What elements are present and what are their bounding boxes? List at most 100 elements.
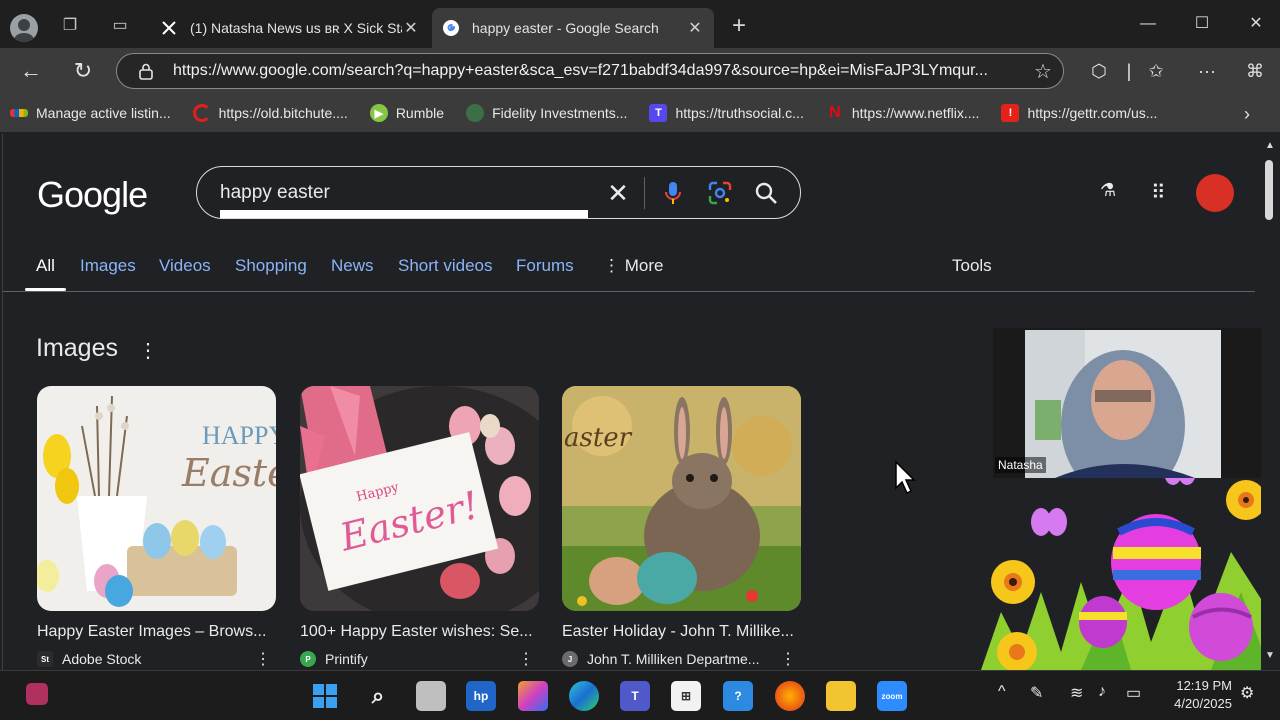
google-lens-icon[interactable] bbox=[706, 179, 734, 207]
microphone-icon[interactable] bbox=[659, 179, 687, 207]
clear-icon[interactable]: ✕ bbox=[602, 177, 634, 209]
more-label: More bbox=[624, 256, 664, 275]
get-help-icon[interactable]: ? bbox=[723, 681, 753, 711]
image-result-card[interactable]: aster Easter Holiday - John T. Millike..… bbox=[562, 386, 802, 669]
edge-icon[interactable] bbox=[569, 681, 599, 711]
windows-start-icon[interactable] bbox=[310, 681, 340, 711]
tab-shopping[interactable]: Shopping bbox=[235, 256, 307, 276]
teams-chat-icon[interactable] bbox=[26, 683, 48, 705]
fidelity-icon bbox=[466, 104, 485, 122]
new-tab-button[interactable]: + bbox=[726, 14, 752, 40]
bookmark-truthsocial[interactable]: T https://truthsocial.c... bbox=[649, 104, 804, 122]
google-results-page: Google happy easter ✕ ⚗ ⠿ All Images Vid… bbox=[2, 134, 1262, 670]
extensions-icon[interactable]: ⬡ bbox=[1086, 58, 1112, 84]
bookmark-rumble[interactable]: ▶ Rumble bbox=[369, 104, 445, 122]
more-vert-icon[interactable]: ⋮ bbox=[780, 649, 802, 669]
search-tabs: All Images Videos Shopping News Short vi… bbox=[3, 252, 1262, 292]
adobe-stock-icon: St bbox=[37, 651, 53, 667]
clock-time: 12:19 PM bbox=[1176, 678, 1232, 693]
bookmark-ebay[interactable]: Manage active listin... bbox=[10, 105, 171, 121]
tab-forums[interactable]: Forums bbox=[516, 256, 574, 276]
labs-flask-icon[interactable]: ⚗ bbox=[1100, 180, 1116, 201]
search-icon[interactable]: ⌕ bbox=[363, 681, 393, 711]
bookmark-bitchute[interactable]: https://old.bitchute.... bbox=[192, 104, 348, 122]
address-bar[interactable]: https://www.google.com/search?q=happy+ea… bbox=[116, 53, 1064, 89]
system-clock[interactable]: 12:19 PM 4/20/2025 bbox=[1164, 677, 1232, 713]
more-options-icon[interactable]: ··· bbox=[1194, 58, 1220, 84]
bookmark-fidelity[interactable]: Fidelity Investments... bbox=[466, 104, 627, 122]
notifications-icon[interactable]: ⚙ bbox=[1240, 683, 1254, 703]
battery-icon[interactable]: ▭ bbox=[1126, 683, 1141, 703]
vertical-tabs-icon[interactable]: ▭ bbox=[110, 16, 130, 36]
scroll-up-icon[interactable]: ▲ bbox=[1264, 140, 1276, 151]
favorites-icon[interactable]: ✩ bbox=[1143, 58, 1169, 84]
tab-all[interactable]: All bbox=[36, 256, 55, 276]
bookmark-gettr[interactable]: ! https://gettr.com/us... bbox=[1001, 104, 1157, 122]
bookmark-netflix[interactable]: N https://www.netflix.... bbox=[826, 104, 979, 122]
tab-news[interactable]: News bbox=[331, 256, 374, 276]
close-icon[interactable]: ✕ bbox=[686, 18, 704, 38]
firefox-icon[interactable] bbox=[775, 681, 805, 711]
tab-title: happy easter - Google Search bbox=[472, 20, 659, 36]
url-text[interactable]: https://www.google.com/search?q=happy+ea… bbox=[173, 62, 1023, 80]
chevron-up-icon[interactable]: ^ bbox=[998, 683, 1006, 701]
tab-google-search[interactable]: happy easter - Google Search ✕ bbox=[432, 8, 714, 48]
search-input[interactable]: happy easter bbox=[220, 182, 330, 204]
image-result-source[interactable]: J John T. Milliken Departme... ⋮ bbox=[562, 649, 802, 669]
store-icon[interactable]: ⊞ bbox=[671, 681, 701, 711]
maximize-button[interactable]: ☐ bbox=[1182, 12, 1222, 36]
bookmark-label: Rumble bbox=[395, 105, 445, 121]
more-vert-icon[interactable]: ⋮ bbox=[518, 649, 540, 669]
back-button[interactable]: ← bbox=[18, 58, 44, 84]
more-vert-icon[interactable]: ⋮ bbox=[255, 649, 277, 669]
image-result-source[interactable]: St Adobe Stock ⋮ bbox=[37, 649, 277, 669]
copilot-app-icon[interactable] bbox=[518, 681, 548, 711]
search-icon[interactable] bbox=[752, 179, 780, 207]
image-result-thumbnail[interactable]: aster bbox=[562, 386, 801, 611]
image-result-thumbnail[interactable]: Happy Easter! bbox=[300, 386, 539, 611]
image-result-thumbnail[interactable]: HAPPY Easte bbox=[37, 386, 276, 611]
task-view-icon[interactable] bbox=[416, 681, 446, 711]
favorite-star-icon[interactable]: ☆ bbox=[1023, 59, 1063, 84]
close-icon[interactable]: ✕ bbox=[402, 18, 420, 38]
minimize-button[interactable]: — bbox=[1128, 12, 1168, 36]
wifi-icon[interactable]: ≋ bbox=[1070, 683, 1083, 703]
workspaces-icon[interactable]: ❐ bbox=[60, 16, 80, 36]
refresh-button[interactable]: ↻ bbox=[70, 58, 96, 84]
scroll-down-icon[interactable]: ▼ bbox=[1264, 650, 1276, 661]
video-call-overlay[interactable]: Natasha bbox=[993, 328, 1261, 478]
volume-icon[interactable]: ♪ bbox=[1098, 683, 1106, 701]
section-menu-icon[interactable]: ⋮ bbox=[138, 338, 158, 363]
scrollbar-thumb[interactable] bbox=[1265, 160, 1273, 220]
copilot-icon[interactable]: ⌘ bbox=[1242, 58, 1268, 84]
apps-grid-icon[interactable]: ⠿ bbox=[1151, 180, 1166, 205]
image-result-card[interactable]: Happy Easter! 100+ Happy Easter wishes: … bbox=[300, 386, 540, 669]
image-result-source[interactable]: P Printify ⋮ bbox=[300, 649, 540, 669]
page-scrollbar[interactable]: ▲ ▼ bbox=[1261, 134, 1278, 670]
more-vert-icon: ⋮ bbox=[603, 256, 625, 275]
profile-avatar[interactable] bbox=[10, 14, 38, 42]
tab-more[interactable]: ⋮ More bbox=[603, 256, 663, 276]
tools-button[interactable]: Tools bbox=[952, 256, 992, 276]
account-avatar[interactable] bbox=[1196, 174, 1234, 212]
google-logo[interactable]: Google bbox=[37, 174, 148, 216]
truthsocial-icon: T bbox=[649, 104, 668, 122]
close-window-button[interactable]: ✕ bbox=[1236, 12, 1276, 36]
image-result-caption[interactable]: 100+ Happy Easter wishes: Se... bbox=[300, 623, 540, 641]
x-logo-icon bbox=[160, 19, 178, 37]
chevron-right-icon[interactable]: › bbox=[1244, 104, 1250, 125]
file-explorer-icon[interactable] bbox=[826, 681, 856, 711]
pen-icon[interactable]: ✎ bbox=[1030, 683, 1043, 703]
search-box[interactable]: happy easter ✕ bbox=[196, 166, 801, 219]
bookmark-label: https://truthsocial.c... bbox=[675, 105, 804, 121]
myhp-icon[interactable]: hp bbox=[466, 681, 496, 711]
tab-natasha-news[interactable]: (1) Natasha News us ʙʀ X Sick Sta ✕ bbox=[150, 8, 430, 48]
image-result-card[interactable]: HAPPY Easte Happy Easter Images – Brows.… bbox=[37, 386, 277, 669]
tab-videos[interactable]: Videos bbox=[159, 256, 211, 276]
image-result-caption[interactable]: Easter Holiday - John T. Millike... bbox=[562, 623, 802, 641]
teams-icon[interactable]: T bbox=[620, 681, 650, 711]
zoom-icon[interactable]: zoom bbox=[877, 681, 907, 711]
image-result-caption[interactable]: Happy Easter Images – Brows... bbox=[37, 623, 277, 641]
tab-short-videos[interactable]: Short videos bbox=[398, 256, 493, 276]
tab-images[interactable]: Images bbox=[80, 256, 136, 276]
